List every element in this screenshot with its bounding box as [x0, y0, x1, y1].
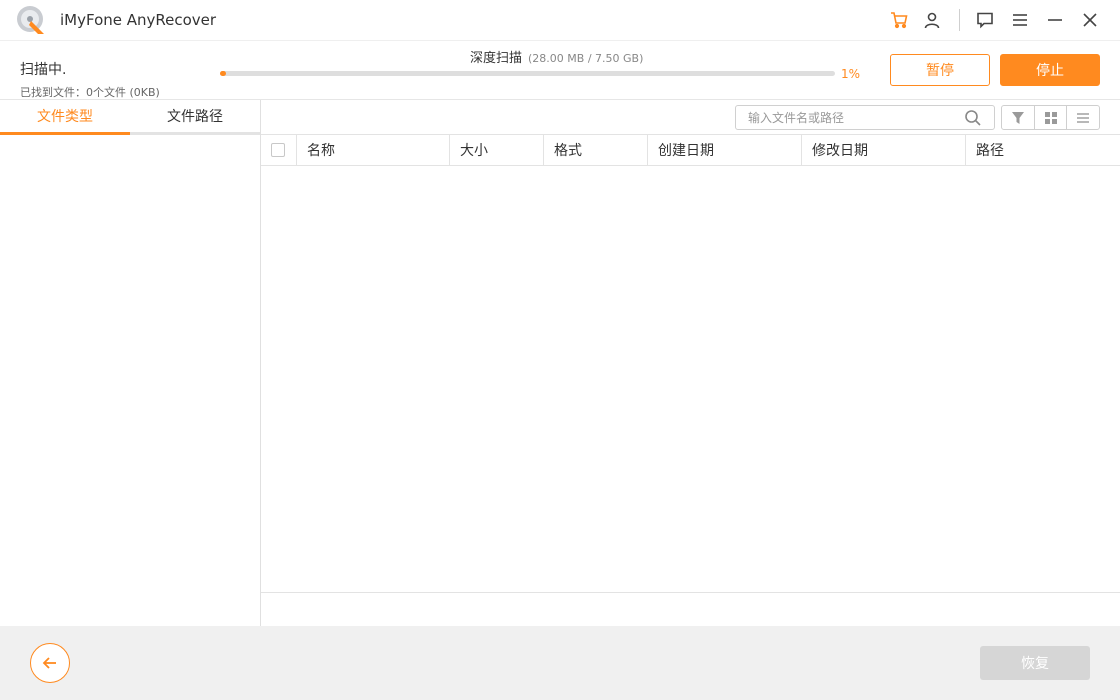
scan-state-text: 扫描中. — [20, 62, 67, 78]
app-title: iMyFone AnyRecover — [60, 11, 217, 29]
left-panel: 文件类型 文件路径 — [0, 100, 261, 626]
arrow-left-icon — [42, 657, 56, 669]
scan-mode-label: 深度扫描 — [470, 51, 523, 66]
bottom-bar: 恢复 — [0, 626, 1120, 700]
column-header-modified[interactable]: 修改日期 — [801, 135, 966, 165]
found-files-text: 已找到文件：0个文件 (0KB) — [20, 86, 160, 99]
search-box — [735, 105, 995, 130]
table-footer-divider — [261, 592, 1120, 593]
back-button[interactable] — [30, 643, 70, 683]
feedback-icon[interactable] — [975, 10, 995, 30]
grid-view-button[interactable] — [1035, 106, 1068, 129]
view-toggle-group — [1001, 105, 1100, 130]
scan-mode: 深度扫描 (28.00 MB / 7.50 GB) — [470, 47, 643, 66]
close-icon[interactable] — [1080, 10, 1100, 30]
restore-button[interactable]: 恢复 — [980, 646, 1090, 680]
list-view-icon — [1077, 112, 1090, 123]
scan-progress-bar — [220, 71, 835, 76]
right-panel: 名称 大小 格式 创建日期 修改日期 路径 — [261, 100, 1120, 626]
title-bar: iMyFone AnyRecover — [0, 0, 1120, 40]
search-icon[interactable] — [964, 109, 982, 127]
minimize-icon[interactable] — [1045, 10, 1065, 30]
column-header-name[interactable]: 名称 — [296, 135, 450, 165]
pause-button[interactable]: 暂停 — [890, 54, 990, 86]
stop-button[interactable]: 停止 — [1000, 54, 1100, 86]
select-all-checkbox[interactable] — [271, 143, 285, 157]
search-input[interactable] — [736, 106, 960, 129]
column-header-path[interactable]: 路径 — [965, 135, 1120, 165]
scan-progress-percent: 1% — [841, 67, 861, 81]
file-table-body — [261, 166, 1120, 592]
user-icon[interactable] — [922, 10, 942, 30]
filter-button[interactable] — [1002, 106, 1035, 129]
tab-file-types[interactable]: 文件类型 — [0, 100, 130, 135]
scan-size-label: (28.00 MB / 7.50 GB) — [528, 52, 644, 65]
cart-icon[interactable] — [889, 10, 909, 30]
filter-icon — [1011, 111, 1024, 124]
column-header-format[interactable]: 格式 — [543, 135, 648, 165]
list-view-button[interactable] — [1067, 106, 1099, 129]
app-logo-icon — [17, 6, 44, 34]
column-header-size[interactable]: 大小 — [449, 135, 544, 165]
menu-icon[interactable] — [1010, 10, 1030, 30]
scan-progress-fill — [220, 71, 227, 76]
scan-status-bar: 扫描中. 已找到文件：0个文件 (0KB) 深度扫描 (28.00 MB / 7.… — [0, 40, 1120, 100]
grid-view-icon — [1044, 111, 1057, 124]
titlebar-separator — [959, 9, 960, 31]
tab-file-paths[interactable]: 文件路径 — [130, 100, 260, 135]
column-header-created[interactable]: 创建日期 — [647, 135, 802, 165]
file-table-header: 名称 大小 格式 创建日期 修改日期 路径 — [261, 134, 1120, 166]
